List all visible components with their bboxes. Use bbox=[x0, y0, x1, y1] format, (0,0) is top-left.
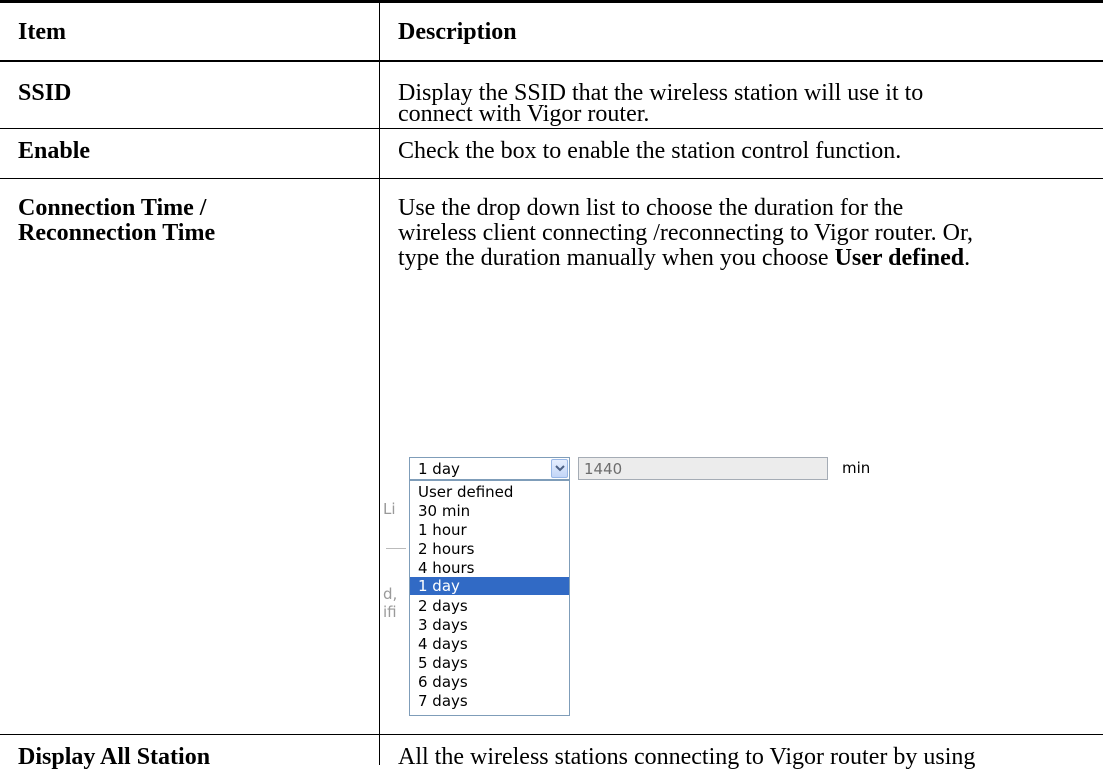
option-6-days[interactable]: 6 days bbox=[410, 673, 569, 691]
ghost-fragment: d, bbox=[383, 585, 398, 603]
option-2-days[interactable]: 2 days bbox=[410, 597, 569, 615]
row-desc-ssid-line2: connect with Vigor router. bbox=[398, 101, 650, 127]
column-divider bbox=[379, 0, 380, 765]
duration-minutes-value: 1440 bbox=[584, 460, 623, 478]
ghost-fragment: ifi bbox=[383, 603, 397, 621]
desc-bold-term: User defined bbox=[834, 245, 965, 271]
ghost-fragment: Li bbox=[383, 500, 396, 518]
option-7-days[interactable]: 7 days bbox=[410, 692, 569, 710]
header-description: Description bbox=[398, 19, 517, 45]
parameter-table: Item Description SSID Display the SSID t… bbox=[0, 0, 1103, 770]
row-rule bbox=[0, 734, 1103, 735]
row-item-ssid: SSID bbox=[18, 80, 72, 106]
desc-punct: . bbox=[964, 245, 971, 271]
minutes-unit-label: min bbox=[842, 459, 871, 477]
table-top-border bbox=[0, 0, 1103, 3]
row-desc-enable: Check the box to enable the station cont… bbox=[398, 138, 902, 164]
row-item-enable: Enable bbox=[18, 138, 91, 164]
header-bottom-rule bbox=[0, 60, 1103, 62]
header-item: Item bbox=[18, 19, 66, 45]
option-1-day[interactable]: 1 day bbox=[410, 577, 569, 595]
duration-options-list[interactable]: User defined 30 min 1 hour 2 hours 4 hou… bbox=[409, 480, 570, 716]
duration-select[interactable]: 1 day bbox=[409, 457, 570, 480]
option-4-days[interactable]: 4 days bbox=[410, 635, 569, 653]
row-rule bbox=[0, 178, 1103, 179]
option-user-defined[interactable]: User defined bbox=[410, 483, 569, 501]
option-2-hours[interactable]: 2 hours bbox=[410, 540, 569, 558]
duration-minutes-input[interactable]: 1440 bbox=[578, 457, 828, 480]
option-1-hour[interactable]: 1 hour bbox=[410, 521, 569, 539]
row-desc-display-all-station: All the wireless stations connecting to … bbox=[398, 744, 976, 770]
ghost-divider bbox=[386, 548, 406, 549]
row-item-display-all-station: Display All Station bbox=[18, 744, 211, 770]
chevron-down-icon[interactable] bbox=[551, 459, 568, 478]
desc-text: type the duration manually when you choo… bbox=[398, 245, 835, 271]
option-30-min[interactable]: 30 min bbox=[410, 502, 569, 520]
option-3-days[interactable]: 3 days bbox=[410, 616, 569, 634]
duration-select-value: 1 day bbox=[418, 460, 460, 478]
row-item-connection-time-line2: Reconnection Time bbox=[18, 220, 216, 246]
option-5-days[interactable]: 5 days bbox=[410, 654, 569, 672]
row-desc-connection-line3: type the duration manually when you choo… bbox=[398, 243, 1093, 274]
option-4-hours[interactable]: 4 hours bbox=[410, 559, 569, 577]
